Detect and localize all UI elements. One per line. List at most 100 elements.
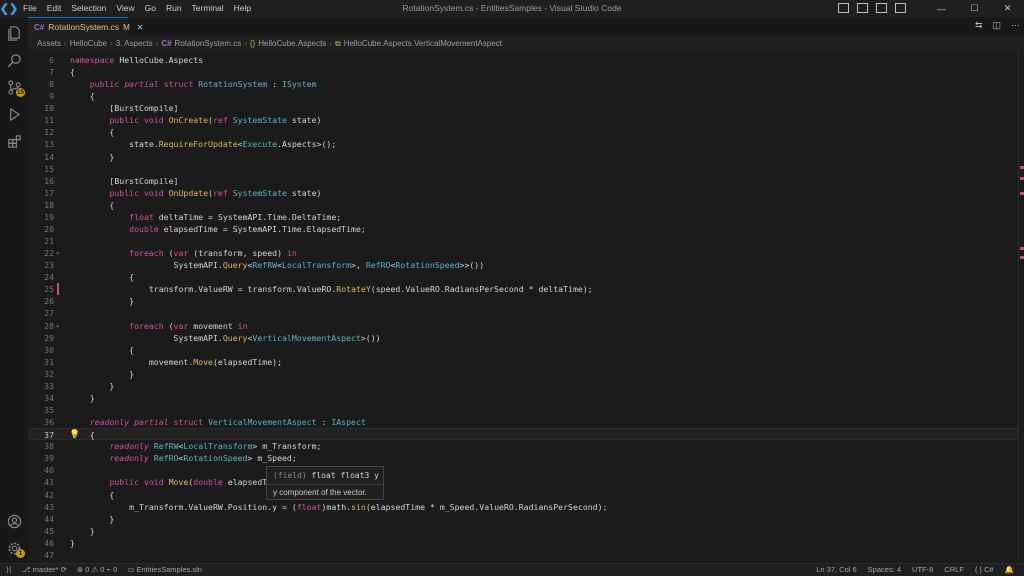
code-line[interactable]: 47 bbox=[28, 549, 1018, 561]
minimize-icon[interactable]: — bbox=[925, 0, 958, 17]
source-control-icon[interactable]: 15 bbox=[0, 74, 28, 100]
code-line[interactable]: 9 { bbox=[28, 90, 1018, 102]
indentation[interactable]: Spaces: 4 bbox=[868, 564, 901, 576]
code-line[interactable]: 46} bbox=[28, 537, 1018, 549]
code-line[interactable]: 8 public partial struct RotationSystem :… bbox=[28, 78, 1018, 90]
code-line[interactable]: 6 namespace HelloCube.Aspects bbox=[28, 54, 1018, 66]
compare-changes-icon[interactable]: ⇆ bbox=[975, 20, 983, 31]
menu-selection[interactable]: Selection bbox=[66, 0, 111, 17]
cursor-position[interactable]: Ln 37, Col 6 bbox=[816, 564, 856, 576]
menu-view[interactable]: View bbox=[111, 0, 139, 17]
breadcrumb-assets[interactable]: Assets bbox=[37, 39, 61, 48]
line-number: 30 bbox=[44, 344, 54, 355]
code-line[interactable]: 11 public void OnCreate(ref SystemState … bbox=[28, 114, 1018, 126]
breadcrumb-struct[interactable]: HelloCube.Aspects.VerticalMovementAspect bbox=[344, 39, 502, 48]
code-line[interactable]: 20 double elapsedTime = SystemAPI.Time.E… bbox=[28, 223, 1018, 235]
tab-rotationsystem[interactable]: C# RotationSystem.cs M ✕ bbox=[28, 17, 143, 36]
code-line[interactable]: 13 state.RequireForUpdate<Execute.Aspect… bbox=[28, 138, 1018, 150]
code-line[interactable]: 33 } bbox=[28, 380, 1018, 392]
code-line[interactable]: 22 foreach (var (transform, speed) in ▸ bbox=[28, 247, 1018, 259]
extensions-icon[interactable] bbox=[0, 128, 28, 154]
code-line[interactable]: 35 bbox=[28, 404, 1018, 416]
code-line[interactable]: 19 float deltaTime = SystemAPI.Time.Delt… bbox=[28, 211, 1018, 223]
code-line[interactable]: 37 {💡 bbox=[28, 428, 1018, 441]
line-number: 8 bbox=[49, 79, 54, 90]
breadcrumb-file[interactable]: RotationSystem.cs bbox=[175, 39, 242, 48]
code-line[interactable]: 7{ bbox=[28, 66, 1018, 78]
code-line[interactable]: 28 foreach (var movement in ▸ bbox=[28, 320, 1018, 332]
code-editor[interactable]: 6 namespace HelloCube.Aspects 7{8 public p… bbox=[28, 51, 1018, 563]
customize-layout-icon[interactable] bbox=[895, 3, 906, 13]
encoding[interactable]: UTF-8 bbox=[912, 564, 933, 576]
code-line[interactable]: 10 [BurstCompile] bbox=[28, 102, 1018, 114]
code-line[interactable]: 43 m_Transform.ValueRW.Position.y = (flo… bbox=[28, 501, 1018, 513]
code-text: { bbox=[70, 67, 75, 78]
line-ending[interactable]: CRLF bbox=[944, 564, 964, 576]
manage-gear-icon[interactable]: 1 bbox=[0, 535, 28, 561]
notifications-bell-icon[interactable]: 🔔 bbox=[1005, 564, 1014, 576]
code-line[interactable]: 26 } bbox=[28, 295, 1018, 307]
menu-run[interactable]: Run bbox=[161, 0, 187, 17]
code-line[interactable]: 41 public void Move(double elapsedTi bbox=[28, 476, 1018, 488]
code-line[interactable]: 12 { bbox=[28, 126, 1018, 138]
code-line[interactable]: 27 bbox=[28, 307, 1018, 319]
code-text: public void OnUpdate(ref SystemState sta… bbox=[109, 187, 322, 198]
close-icon[interactable]: ✕ bbox=[991, 0, 1024, 17]
code-line[interactable]: 40 bbox=[28, 464, 1018, 476]
overview-ruler[interactable] bbox=[1018, 51, 1024, 563]
toggle-secondary-sidebar-icon[interactable] bbox=[876, 3, 887, 13]
code-line[interactable]: 39 readonly RefRO<RotationSpeed> m_Speed… bbox=[28, 452, 1018, 464]
breadcrumb-hellocube[interactable]: HelloCube bbox=[70, 39, 107, 48]
code-line[interactable]: 31 movement.Move(elapsedTime); bbox=[28, 356, 1018, 368]
line-number: 47 bbox=[44, 549, 54, 560]
explorer-icon[interactable] bbox=[0, 20, 28, 46]
code-line[interactable]: 44 } bbox=[28, 513, 1018, 525]
code-line[interactable]: 34 } bbox=[28, 392, 1018, 404]
code-line[interactable]: 25 transform.ValueRW = transform.ValueRO… bbox=[28, 283, 1018, 296]
code-line[interactable]: 38 readonly RefRW<LocalTransform> m_Tran… bbox=[28, 440, 1018, 452]
remote-icon[interactable]: ⟩⟨ bbox=[6, 564, 12, 576]
code-line[interactable]: 29 SystemAPI.Query<VerticalMovementAspec… bbox=[28, 332, 1018, 344]
breadcrumb-aspects-folder[interactable]: 3. Aspects bbox=[116, 39, 153, 48]
code-line[interactable]: 18 { bbox=[28, 199, 1018, 211]
menu-go[interactable]: Go bbox=[140, 0, 161, 17]
branch-status[interactable]: ⎇ master* ⟳ bbox=[22, 564, 67, 576]
code-text: } bbox=[70, 368, 135, 379]
menu-file[interactable]: File bbox=[18, 0, 42, 17]
maximize-icon[interactable]: ☐ bbox=[958, 0, 991, 17]
code-line[interactable]: 15 bbox=[28, 163, 1018, 175]
code-line[interactable]: 14 } bbox=[28, 151, 1018, 163]
tab-modified-indicator: M bbox=[123, 22, 130, 32]
solution-status[interactable]: ▭ EntitiesSamples.sln bbox=[127, 564, 202, 576]
account-icon[interactable] bbox=[0, 508, 28, 534]
code-text: } bbox=[70, 537, 75, 548]
code-line[interactable]: 30 { bbox=[28, 344, 1018, 356]
toggle-panel-icon[interactable] bbox=[857, 3, 868, 13]
more-actions-icon[interactable]: ⋯ bbox=[1011, 20, 1020, 31]
hover-tooltip: (field) float float3 y y component of th… bbox=[266, 466, 384, 500]
code-line[interactable]: 16 [BurstCompile] bbox=[28, 175, 1018, 187]
problems-status[interactable]: ⊗ 0 ⚠ 0 ⌁ 0 bbox=[77, 564, 117, 576]
code-line[interactable]: 42 { bbox=[28, 489, 1018, 501]
run-debug-icon[interactable] bbox=[0, 101, 28, 127]
code-line[interactable]: 23 SystemAPI.Query<RefRW<LocalTransform>… bbox=[28, 259, 1018, 271]
split-editor-icon[interactable]: ◫ bbox=[992, 20, 1001, 31]
editor-actions: ⇆ ◫ ⋯ bbox=[975, 20, 1020, 31]
code-line[interactable]: 17 public void OnUpdate(ref SystemState … bbox=[28, 187, 1018, 199]
code-line[interactable]: 36 readonly partial struct VerticalMovem… bbox=[28, 416, 1018, 428]
code-line[interactable]: 21 bbox=[28, 235, 1018, 247]
breadcrumb-namespace[interactable]: HelloCube.Aspects bbox=[258, 39, 326, 48]
status-right: Ln 37, Col 6 Spaces: 4 UTF-8 CRLF { } C#… bbox=[816, 564, 1014, 576]
menu-terminal[interactable]: Terminal bbox=[187, 0, 229, 17]
code-text: m_Transform.ValueRW.Position.y = (float)… bbox=[129, 501, 608, 512]
menu-help[interactable]: Help bbox=[229, 0, 256, 17]
code-line[interactable]: 24 { bbox=[28, 271, 1018, 283]
menu-edit[interactable]: Edit bbox=[42, 0, 67, 17]
code-line[interactable]: 32 } bbox=[28, 368, 1018, 380]
language-mode[interactable]: { } C# bbox=[975, 564, 994, 576]
code-line[interactable]: 45 } bbox=[28, 525, 1018, 537]
toggle-sidebar-icon[interactable] bbox=[838, 3, 849, 13]
tab-close-icon[interactable]: ✕ bbox=[137, 23, 144, 32]
search-icon[interactable] bbox=[0, 47, 28, 73]
breadcrumb-separator-icon: › bbox=[244, 39, 247, 48]
